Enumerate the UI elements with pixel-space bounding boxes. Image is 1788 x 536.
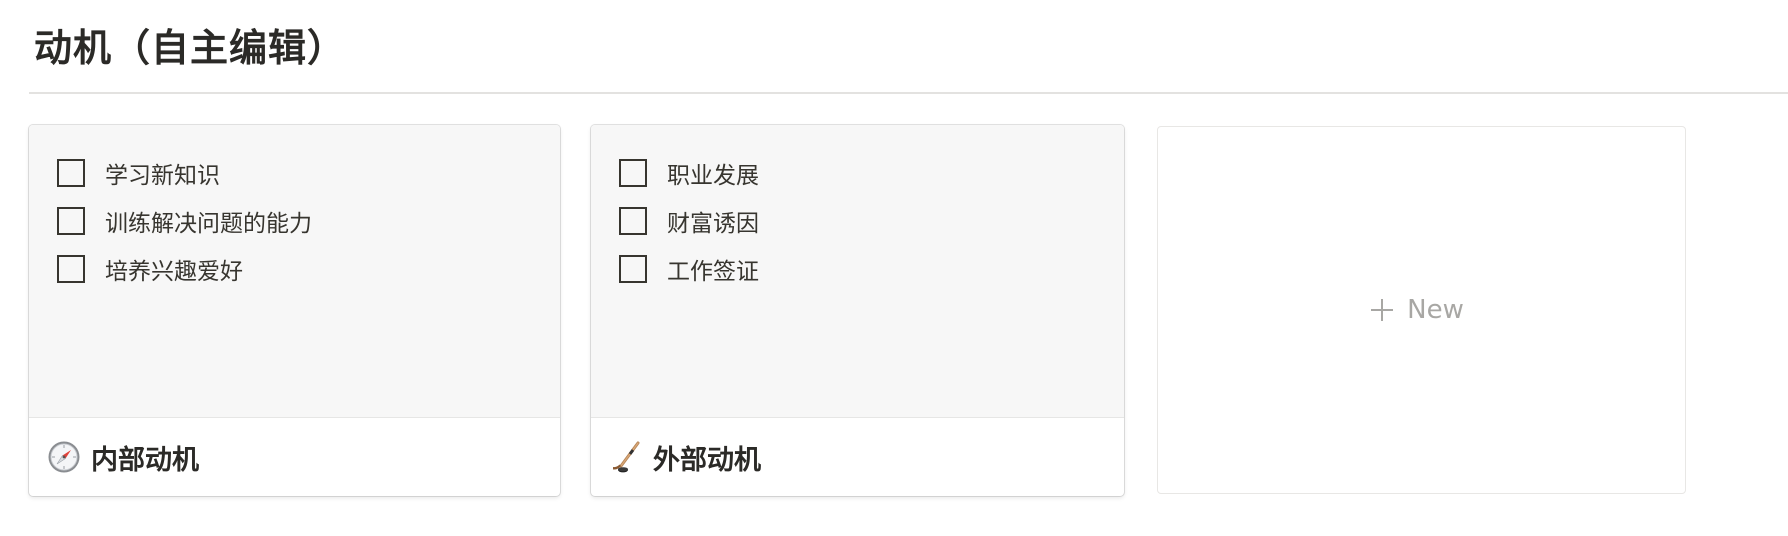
todo-label: 职业发展 <box>667 163 759 189</box>
ice-hockey-icon <box>613 441 640 473</box>
compass-icon <box>48 441 80 473</box>
new-label: New <box>1407 295 1464 325</box>
checkbox[interactable] <box>619 159 647 187</box>
card-preview: 职业发展 财富诱因 工作签证 <box>591 125 1124 418</box>
card-footer: 外部动机 <box>591 418 1124 496</box>
todo-label: 工作签证 <box>667 259 759 285</box>
page-title: 动机（自主编辑） <box>34 26 347 70</box>
checkbox[interactable] <box>57 207 85 235</box>
todo-label: 训练解决问题的能力 <box>105 211 312 237</box>
todo-label: 学习新知识 <box>105 163 220 189</box>
card-preview: 学习新知识 训练解决问题的能力 培养兴趣爱好 <box>29 125 560 418</box>
todo-item: 工作签证 <box>619 245 759 293</box>
card-title: 外部动机 <box>653 444 761 476</box>
page: 动机（自主编辑） 学习新知识 训练解决问题的能力 培养兴趣爱好 内部动机 职业发… <box>0 0 1788 536</box>
new-button-content: New <box>1369 295 1464 325</box>
plus-icon <box>1371 299 1394 321</box>
todo-label: 财富诱因 <box>667 211 759 237</box>
gallery-card-external-motivation[interactable]: 职业发展 财富诱因 工作签证 外部动机 <box>591 125 1124 496</box>
todo-item: 学习新知识 <box>57 149 312 197</box>
checkbox[interactable] <box>57 255 85 283</box>
checkbox[interactable] <box>57 159 85 187</box>
todo-label: 培养兴趣爱好 <box>105 259 243 285</box>
todo-item: 培养兴趣爱好 <box>57 245 312 293</box>
card-footer: 内部动机 <box>29 418 560 496</box>
gallery-card-internal-motivation[interactable]: 学习新知识 训练解决问题的能力 培养兴趣爱好 内部动机 <box>29 125 560 496</box>
divider <box>29 92 1788 94</box>
todo-list: 职业发展 财富诱因 工作签证 <box>619 149 759 293</box>
card-title: 内部动机 <box>91 444 199 476</box>
checkbox[interactable] <box>619 255 647 283</box>
todo-item: 财富诱因 <box>619 197 759 245</box>
todo-list: 学习新知识 训练解决问题的能力 培养兴趣爱好 <box>57 149 312 293</box>
new-card-button[interactable]: New <box>1157 126 1686 494</box>
todo-item: 职业发展 <box>619 149 759 197</box>
todo-item: 训练解决问题的能力 <box>57 197 312 245</box>
checkbox[interactable] <box>619 207 647 235</box>
